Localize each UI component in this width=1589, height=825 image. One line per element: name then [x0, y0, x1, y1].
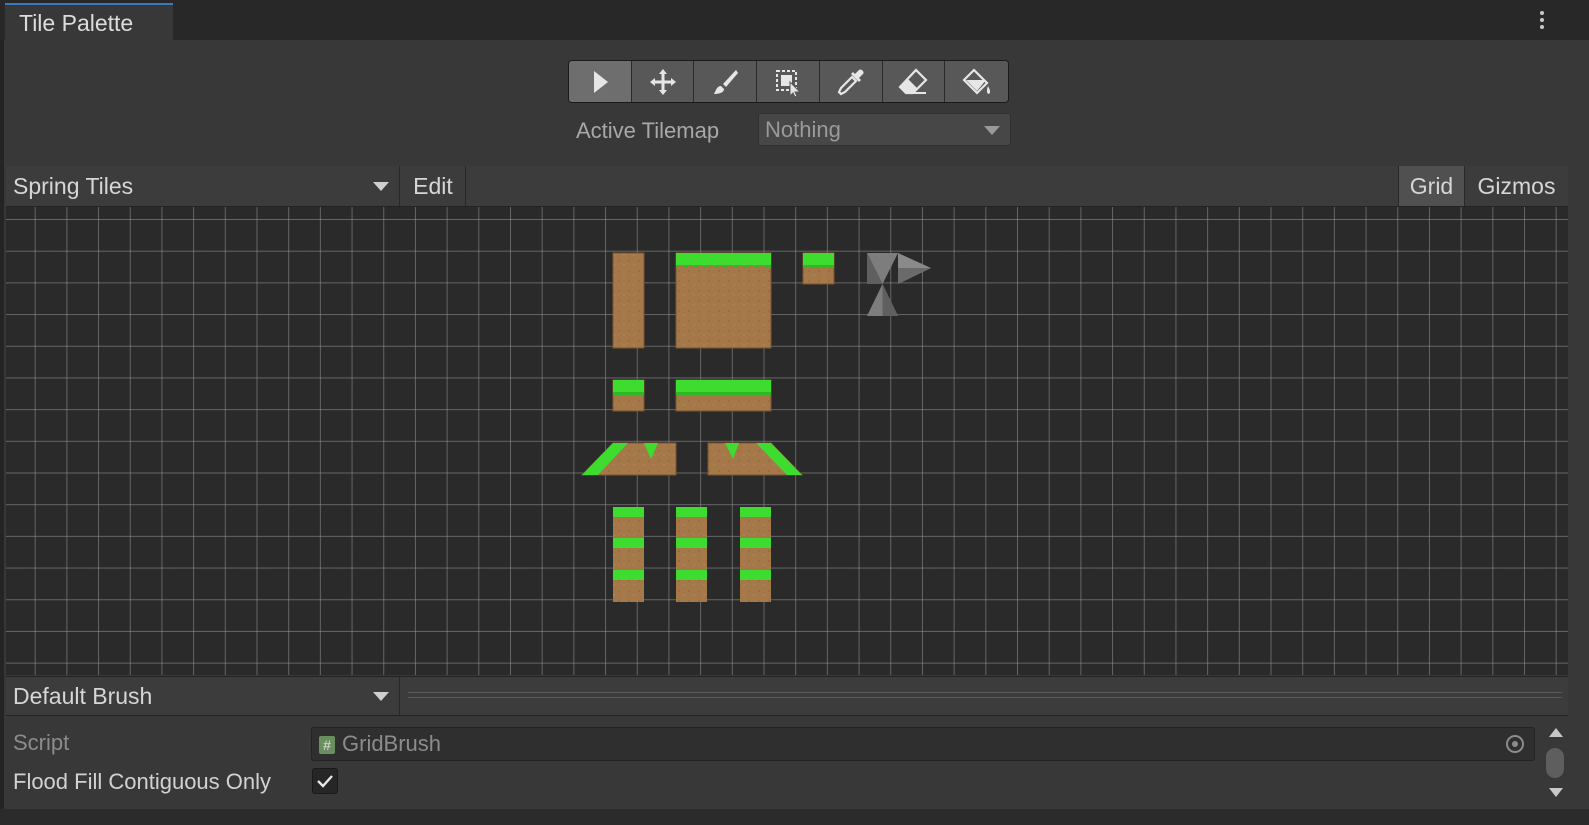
scroll-down-arrow-icon[interactable] [1549, 788, 1563, 797]
pick-tool-button[interactable] [819, 61, 883, 102]
active-tilemap-label: Active Tilemap [576, 118, 720, 143]
dropdown-arrow-icon [984, 126, 1000, 135]
small-grass-tile[interactable] [802, 252, 835, 285]
palette-bar: Spring Tiles Edit Grid Gizmos [6, 166, 1568, 207]
brush-bar: Default Brush [6, 676, 1568, 716]
fill-tool-button[interactable] [945, 61, 1008, 102]
inspector-scrollbar[interactable] [1544, 716, 1568, 809]
box-fill-tool-button[interactable] [757, 61, 820, 102]
select-tool-button[interactable] [569, 61, 632, 102]
dropdown-arrow-icon [373, 182, 389, 191]
left-slope-tile[interactable] [580, 442, 677, 476]
dirt-column-tile[interactable] [612, 252, 645, 349]
palette-dropdown[interactable]: Spring Tiles [6, 166, 400, 206]
move-icon [649, 68, 676, 95]
paint-tool-button[interactable] [694, 61, 758, 102]
grass-platform-wide-tile[interactable] [675, 379, 772, 412]
eraser-icon [898, 67, 929, 94]
grass-platform-small-tile[interactable] [612, 379, 645, 412]
csharp-script-icon: # [319, 736, 335, 754]
brush-icon [714, 69, 739, 94]
scroll-thumb[interactable] [1546, 748, 1564, 778]
grid-toggle-button[interactable]: Grid [1398, 166, 1464, 206]
flood-fill-label: Flood Fill Contiguous Only [13, 769, 272, 794]
edit-button[interactable]: Edit [401, 166, 466, 206]
box-fill-icon [776, 69, 802, 98]
checkmark-icon [317, 775, 333, 788]
script-label: Script [13, 730, 70, 755]
flood-fill-checkbox[interactable] [312, 768, 338, 794]
scroll-up-arrow-icon[interactable] [1549, 728, 1563, 737]
eyedropper-icon [837, 68, 864, 95]
tile-palette-window: Tile Palette Active Tilemap Nothing Spri… [0, 0, 1589, 825]
right-slope-tile[interactable] [707, 442, 804, 476]
object-picker-icon[interactable] [1506, 735, 1524, 753]
grass-block-tile[interactable] [675, 252, 772, 349]
tab-tile-palette[interactable]: Tile Palette [5, 3, 173, 41]
move-tool-button[interactable] [631, 61, 695, 102]
window-left-edge [0, 40, 4, 825]
script-value: GridBrush [342, 731, 442, 756]
active-tilemap-value: Nothing [765, 117, 841, 142]
resize-splitter[interactable] [408, 692, 1562, 698]
palette-name: Spring Tiles [13, 173, 134, 199]
brush-name: Default Brush [13, 683, 153, 709]
rule-tile-gizmo[interactable] [867, 253, 931, 316]
select-arrow-icon [593, 70, 608, 93]
tab-bar: Tile Palette [0, 0, 1589, 41]
palette-grid[interactable] [6, 207, 1568, 675]
dropdown-arrow-icon [373, 692, 389, 701]
tile-set [580, 252, 931, 602]
tool-toolbar [568, 60, 1009, 103]
script-field[interactable]: # GridBrush [311, 727, 1535, 761]
erase-tool-button[interactable] [882, 61, 946, 102]
paint-bucket-icon [962, 67, 990, 95]
grass-stack-tiles[interactable] [613, 507, 771, 602]
active-tilemap-dropdown[interactable]: Nothing [758, 113, 1011, 146]
kebab-menu-icon[interactable] [1532, 8, 1552, 34]
bottom-strip [0, 809, 1589, 825]
gizmos-toggle-button[interactable]: Gizmos [1464, 166, 1568, 206]
brush-dropdown[interactable]: Default Brush [6, 677, 400, 715]
